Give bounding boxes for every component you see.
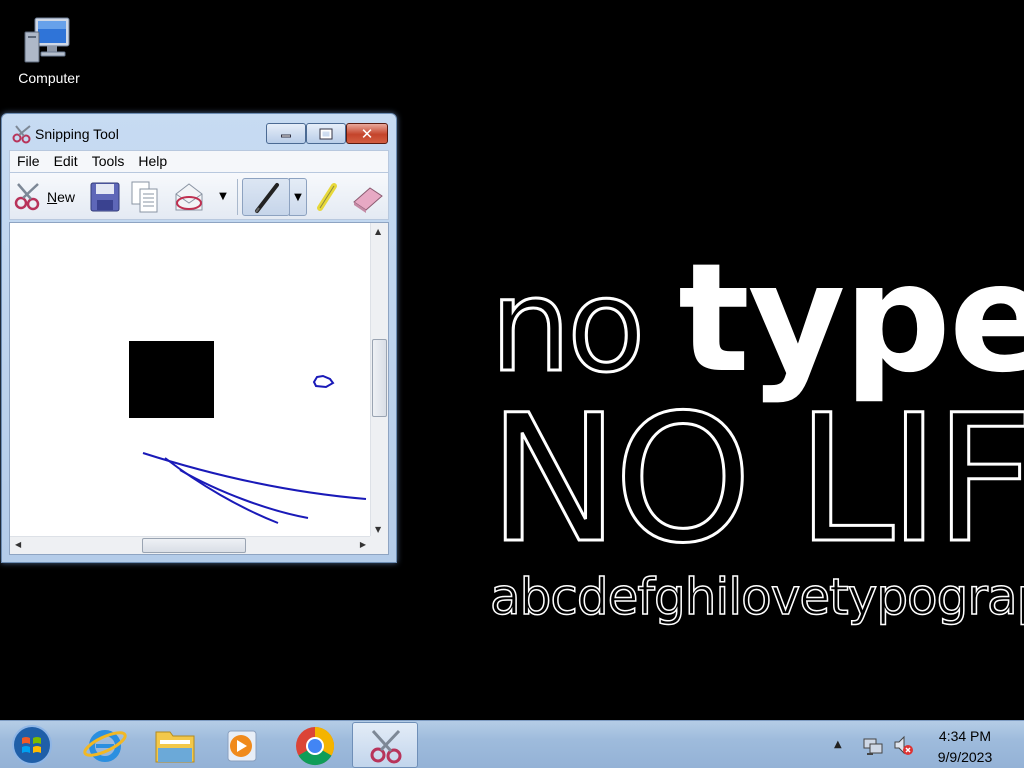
ie-icon [83, 730, 127, 762]
ink-stroke-mid [179, 469, 309, 519]
black-square [129, 341, 214, 418]
save-button[interactable] [88, 178, 122, 216]
toolbar: New ▼ ▼ [9, 172, 389, 220]
menu-file[interactable]: File [10, 151, 47, 172]
scroll-left-icon[interactable]: ◀ [15, 540, 21, 549]
vertical-scrollbar[interactable]: ▲ ▼ [370, 223, 388, 538]
save-icon [88, 182, 122, 220]
minimize-button[interactable] [266, 123, 306, 144]
wallpaper-line-2: NO LIFE [487, 377, 1024, 582]
eraser-button[interactable] [350, 178, 386, 216]
pen-icon [243, 183, 291, 221]
computer-icon [21, 14, 77, 66]
maximize-icon [319, 128, 333, 139]
scissors-icon [370, 729, 402, 764]
menu-tools[interactable]: Tools [85, 151, 132, 172]
desktop: Computer no type NO LIFE abcdefghilovety… [0, 0, 1024, 720]
network-icon[interactable] [862, 735, 884, 757]
clock-time: 4:34 PM [938, 728, 992, 744]
wallpaper-line-3: abcdefghilovetypography. [489, 567, 1024, 627]
send-snip-button[interactable] [172, 178, 206, 216]
volume-muted-icon[interactable] [892, 734, 914, 756]
minimize-icon [281, 130, 291, 137]
clock-date: 9/9/2023 [937, 749, 993, 765]
pen-button[interactable] [242, 178, 290, 216]
snipping-tool-window[interactable]: Snipping Tool ✕ File Edit Tools Help New… [1, 113, 397, 563]
scroll-right-icon[interactable]: ▶ [360, 540, 366, 549]
horizontal-scroll-thumb[interactable] [142, 538, 246, 553]
highlighter-button[interactable] [312, 178, 342, 216]
new-snip-label: New [47, 189, 76, 205]
snip-drawing [129, 341, 367, 524]
ink-stroke-small [312, 374, 335, 389]
copy-button[interactable] [128, 178, 162, 216]
menu-edit[interactable]: Edit [47, 151, 85, 172]
new-snip-button[interactable]: New [13, 178, 83, 216]
close-button[interactable]: ✕ [346, 123, 388, 144]
toolbar-separator [237, 179, 238, 215]
eraser-icon [350, 187, 386, 220]
windows-logo-icon [12, 725, 52, 765]
taskbar-app-snipping-tool[interactable] [352, 722, 418, 768]
chevron-down-icon: ▼ [294, 192, 302, 203]
scissors-icon [12, 124, 32, 144]
copy-icon [128, 181, 162, 220]
taskbar-app-internet-explorer[interactable] [72, 722, 138, 768]
desktop-icon-label: Computer [18, 70, 80, 86]
ink-stroke-long [142, 452, 367, 500]
snip-canvas[interactable]: ▲ ▼ ◀ ▶ [9, 222, 389, 555]
window-title: Snipping Tool [35, 126, 119, 142]
vertical-scroll-thumb[interactable] [372, 339, 387, 417]
menu-help[interactable]: Help [131, 151, 174, 172]
chevron-down-icon: ▼ [219, 191, 227, 202]
resize-grip[interactable] [370, 536, 388, 554]
taskbar-app-windows-explorer[interactable] [142, 722, 208, 768]
start-button[interactable] [8, 723, 56, 767]
desktop-icon-computer[interactable]: Computer [8, 14, 90, 86]
maximize-button[interactable] [306, 123, 346, 144]
show-hidden-icons-button[interactable]: ▲ [834, 739, 842, 750]
taskbar-app-media-player[interactable] [208, 722, 274, 768]
chrome-icon [296, 726, 335, 766]
scroll-down-icon[interactable]: ▼ [375, 525, 381, 534]
taskbar-app-google-chrome[interactable] [282, 722, 348, 768]
scroll-up-icon[interactable]: ▲ [375, 227, 381, 236]
scissors-icon [13, 181, 43, 214]
folder-icon [155, 731, 195, 763]
horizontal-scrollbar[interactable]: ◀ ▶ [10, 536, 372, 554]
close-icon: ✕ [360, 124, 374, 143]
title-bar[interactable]: Snipping Tool ✕ [2, 114, 396, 150]
highlighter-icon [312, 183, 342, 220]
send-snip-dropdown[interactable]: ▼ [213, 178, 233, 216]
menu-bar: File Edit Tools Help [9, 150, 389, 172]
media-player-icon [227, 730, 257, 762]
taskbar: ▲ 4:34 PM 9/9/2023 [0, 720, 1024, 768]
pen-dropdown[interactable]: ▼ [289, 178, 307, 216]
envelope-icon [172, 183, 206, 220]
system-clock[interactable]: 4:34 PM 9/9/2023 [922, 726, 1008, 768]
